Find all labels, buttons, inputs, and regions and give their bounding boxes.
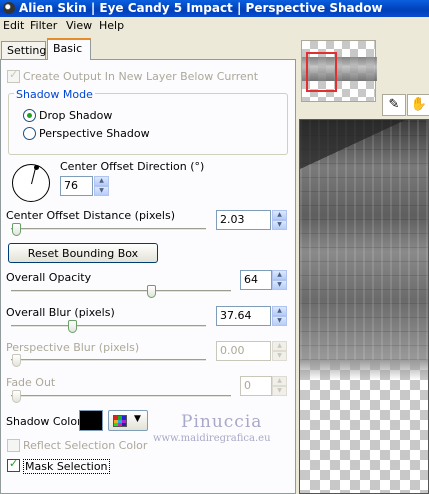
overall-opacity-input[interactable]: 64 bbox=[240, 270, 272, 290]
overall-blur-thumb[interactable] bbox=[68, 320, 77, 333]
overall-blur-label: Overall Blur (pixels) bbox=[6, 306, 115, 319]
color-grid-icon bbox=[113, 415, 127, 427]
center-offset-distance-label: Center Offset Distance (pixels) bbox=[6, 209, 176, 222]
navigator-thumbnail[interactable] bbox=[301, 40, 377, 102]
spin-up-icon: ▲ bbox=[272, 341, 287, 351]
perspective-blur-thumb bbox=[12, 354, 21, 367]
create-output-label: Create Output In New Layer Below Current bbox=[23, 70, 259, 83]
overall-opacity-spinner[interactable]: ▲ ▼ bbox=[272, 270, 287, 290]
watermark-name: Pinuccia bbox=[181, 412, 263, 432]
overall-opacity-slider[interactable] bbox=[11, 290, 231, 293]
center-offset-distance-input[interactable]: 2.03 bbox=[216, 210, 271, 230]
shadow-mode-label: Shadow Mode bbox=[14, 88, 95, 101]
preview-canvas[interactable] bbox=[299, 119, 429, 494]
preview-fade bbox=[300, 360, 428, 380]
spin-up-icon[interactable]: ▲ bbox=[94, 176, 109, 186]
dial-knob bbox=[34, 165, 39, 170]
center-offset-distance-thumb[interactable] bbox=[12, 223, 21, 236]
spin-down-icon: ▼ bbox=[272, 386, 287, 396]
mask-selection-checkbox[interactable]: ✓ bbox=[7, 457, 20, 472]
hand-icon[interactable]: ✋ bbox=[407, 94, 429, 116]
center-offset-distance-slider[interactable] bbox=[11, 228, 206, 231]
create-output-checkbox[interactable]: ✓ bbox=[7, 68, 20, 83]
perspective-blur-input: 0.00 bbox=[216, 341, 271, 361]
perspective-blur-label: Perspective Blur (pixels) bbox=[6, 341, 140, 354]
app-icon bbox=[3, 2, 15, 14]
window-title: Alien Skin | Eye Candy 5 Impact | Perspe… bbox=[19, 1, 383, 15]
spin-down-icon: ▼ bbox=[272, 351, 287, 361]
tab-strip: Settings Basic bbox=[0, 38, 300, 60]
overall-opacity-thumb[interactable] bbox=[147, 285, 156, 298]
preview-area: ✎ ✋ bbox=[297, 35, 429, 494]
fade-out-thumb bbox=[12, 390, 21, 403]
spin-down-icon[interactable]: ▼ bbox=[272, 316, 287, 326]
fade-out-spinner: ▲ ▼ bbox=[272, 376, 287, 396]
perspective-shadow-radio[interactable] bbox=[23, 127, 36, 140]
drop-shadow-radio[interactable] bbox=[23, 109, 36, 122]
direction-dial[interactable] bbox=[12, 164, 50, 202]
menu-help[interactable]: Help bbox=[99, 19, 124, 32]
overall-blur-spinner[interactable]: ▲ ▼ bbox=[272, 306, 287, 326]
title-bar: Alien Skin | Eye Candy 5 Impact | Perspe… bbox=[0, 0, 429, 17]
menu-filter[interactable]: Filter bbox=[30, 19, 57, 32]
fade-out-input: 0 bbox=[240, 376, 272, 396]
radio-selected-dot bbox=[27, 113, 32, 118]
watermark-url: www.maidiregrafica.eu bbox=[153, 433, 271, 444]
check-icon: ✓ bbox=[9, 68, 19, 81]
spin-down-icon[interactable]: ▼ bbox=[272, 280, 287, 290]
perspective-shadow-label: Perspective Shadow bbox=[39, 127, 150, 140]
preview-diagonal bbox=[300, 120, 428, 240]
spin-down-icon[interactable]: ▼ bbox=[94, 186, 109, 196]
shadow-mode-group bbox=[8, 93, 288, 155]
overall-blur-input[interactable]: 37.64 bbox=[216, 306, 271, 326]
chevron-down-icon: ▼ bbox=[134, 414, 141, 424]
menu-view[interactable]: View bbox=[66, 19, 92, 32]
navigator-view-box[interactable] bbox=[306, 52, 337, 92]
color-picker-button[interactable]: ▼ bbox=[108, 410, 148, 431]
overall-blur-slider[interactable] bbox=[11, 325, 206, 328]
spin-up-icon[interactable]: ▲ bbox=[272, 270, 287, 280]
spin-up-icon[interactable]: ▲ bbox=[272, 306, 287, 316]
check-icon: ✓ bbox=[9, 457, 19, 470]
perspective-blur-slider bbox=[11, 359, 206, 362]
mask-selection-label: Mask Selection bbox=[23, 459, 110, 474]
shadow-color-swatch[interactable] bbox=[79, 410, 103, 431]
tab-basic[interactable]: Basic bbox=[47, 38, 91, 60]
perspective-blur-spinner: ▲ ▼ bbox=[272, 341, 287, 361]
spin-up-icon: ▲ bbox=[272, 376, 287, 386]
basic-panel: ✓ Create Output In New Layer Below Curre… bbox=[0, 59, 296, 494]
eyedropper-icon[interactable]: ✎ bbox=[382, 94, 406, 116]
reflect-selection-color-checkbox[interactable] bbox=[7, 439, 20, 452]
center-offset-distance-spinner[interactable]: ▲ ▼ bbox=[272, 210, 287, 230]
spin-down-icon[interactable]: ▼ bbox=[272, 220, 287, 230]
spin-up-icon[interactable]: ▲ bbox=[272, 210, 287, 220]
drop-shadow-label: Drop Shadow bbox=[39, 109, 113, 122]
shadow-color-label: Shadow Color bbox=[6, 415, 82, 428]
tab-settings[interactable]: Settings bbox=[1, 41, 52, 60]
reset-bounding-box-button[interactable]: Reset Bounding Box bbox=[8, 243, 158, 263]
menu-bar: Edit Filter View Help bbox=[0, 17, 429, 35]
overall-opacity-label: Overall Opacity bbox=[6, 271, 92, 284]
menu-edit[interactable]: Edit bbox=[3, 19, 24, 32]
center-offset-direction-label: Center Offset Direction (°) bbox=[60, 160, 205, 173]
center-offset-direction-spinner[interactable]: ▲ ▼ bbox=[94, 176, 109, 196]
fade-out-label: Fade Out bbox=[6, 376, 56, 389]
fade-out-slider bbox=[11, 395, 231, 398]
watermark: Pinuccia www.maidiregrafica.eu bbox=[153, 412, 271, 444]
center-offset-direction-input[interactable]: 76 bbox=[60, 176, 93, 196]
reflect-selection-color-label: Reflect Selection Color bbox=[23, 439, 148, 452]
